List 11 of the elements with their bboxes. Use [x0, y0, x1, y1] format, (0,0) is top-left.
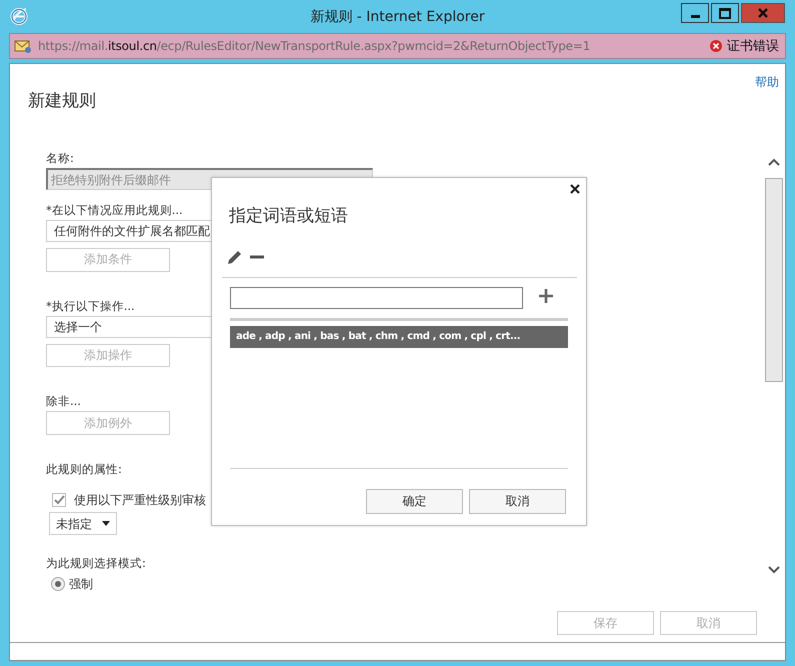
field-label: *在以下情况应用此规则...	[46, 202, 183, 218]
address-url: https://mail.itsoul.cn/ecp/RulesEditor/NewTransportRule.aspx?pwmcid=2&ReturnObjectType=1	[38, 39, 592, 53]
field-label: 除非...	[46, 393, 81, 410]
field-label: 此规则的属性:	[46, 461, 122, 478]
radio-label: 强制	[69, 576, 93, 592]
checkbox-label: 使用以下严重性级别审核	[74, 492, 206, 508]
page-title: 新建规则	[28, 90, 96, 112]
window-title: 新规则 - Internet Explorer	[310, 8, 485, 26]
field-label: 为此规则选择模式:	[46, 555, 146, 571]
field-label: *执行以下操作...	[46, 298, 135, 314]
field-label: 名称:	[46, 150, 74, 166]
